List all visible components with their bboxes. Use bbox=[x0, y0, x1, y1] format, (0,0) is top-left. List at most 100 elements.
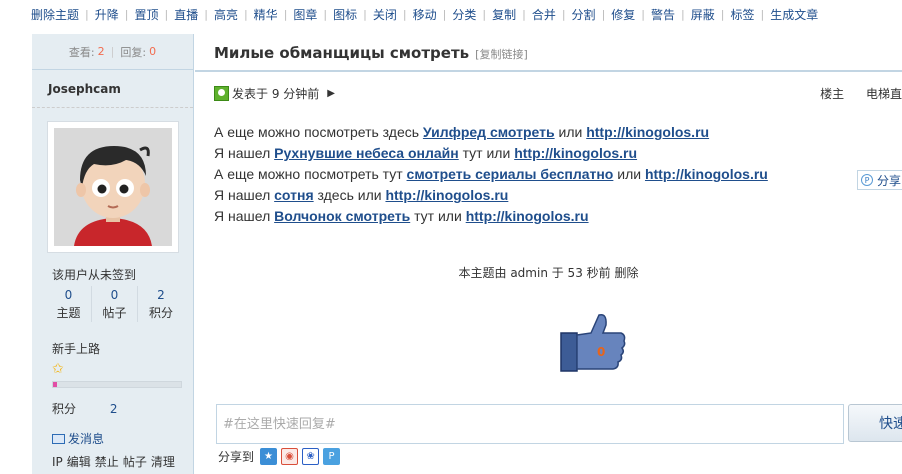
score-value[interactable]: 2 bbox=[110, 402, 118, 416]
toolbar-separator: | bbox=[601, 7, 606, 21]
mod-action-link[interactable]: 屏蔽 bbox=[691, 6, 715, 23]
post-link[interactable]: сотня bbox=[274, 187, 313, 203]
count-posts[interactable]: 0 帖子 bbox=[92, 286, 138, 322]
online-status-icon bbox=[214, 86, 229, 101]
admin-link[interactable]: 清理 bbox=[151, 455, 175, 469]
weibo-share-icon[interactable]: ◉ bbox=[281, 448, 299, 465]
mod-action-link[interactable]: 警告 bbox=[651, 6, 675, 23]
thread-stats: 查看: 2 | 回复: 0 bbox=[32, 34, 193, 70]
qzone-share-icon[interactable]: ★ bbox=[260, 448, 278, 465]
thread-title: Милые обманщицы смотреть bbox=[214, 44, 470, 62]
post-text: А еще можно посмотреть тут bbox=[214, 166, 407, 182]
mod-action-link[interactable]: 置顶 bbox=[134, 6, 158, 23]
post-line: Я нашел Рухнувшие небеса онлайн тут или … bbox=[214, 143, 768, 164]
quick-reply-box[interactable] bbox=[216, 404, 844, 444]
replies-label: 回复: bbox=[120, 45, 147, 59]
share-float-button[interactable]: P 分享 bbox=[857, 170, 902, 190]
post-text: тут или bbox=[458, 145, 515, 161]
count-credits-label: 积分 bbox=[148, 306, 173, 320]
toolbar-separator: | bbox=[363, 7, 367, 21]
avatar[interactable] bbox=[47, 121, 179, 253]
post-url-link[interactable]: http://kinogolos.ru bbox=[385, 187, 508, 203]
count-threads[interactable]: 0 主题 bbox=[46, 286, 92, 322]
send-message-label: 发消息 bbox=[68, 432, 105, 446]
post-link[interactable]: Волчонок смотреть bbox=[274, 208, 410, 224]
replies-count: 0 bbox=[149, 45, 157, 58]
post-text: тут или bbox=[410, 208, 466, 224]
mod-action-link[interactable]: 复制 bbox=[492, 6, 516, 23]
post-link[interactable]: смотреть сериалы бесплатно bbox=[407, 166, 614, 182]
username[interactable]: Josephcam bbox=[32, 70, 193, 108]
floor-owner-link[interactable]: 楼主 bbox=[820, 87, 844, 101]
envelope-icon bbox=[52, 433, 65, 444]
score-label: 积分 bbox=[52, 402, 77, 416]
toolbar-separator: | bbox=[243, 7, 248, 21]
thread-main: Милые обманщицы смотреть [复制链接] 发表于 9 分钟… bbox=[195, 34, 902, 474]
admin-link[interactable]: 编辑 bbox=[67, 455, 91, 469]
score-row: 积分 2 bbox=[52, 400, 117, 417]
mod-action-link[interactable]: 图章 bbox=[293, 6, 317, 23]
rank-progress-fill bbox=[53, 382, 57, 387]
divider bbox=[195, 70, 902, 72]
post-link[interactable]: Уилфред смотреть bbox=[423, 124, 555, 140]
mod-action-link[interactable]: 图标 bbox=[333, 6, 357, 23]
count-credits-value: 2 bbox=[157, 288, 165, 302]
quick-reply-input[interactable] bbox=[217, 405, 843, 443]
thread-header: Милые обманщицы смотреть [复制链接] bbox=[214, 44, 528, 62]
toolbar-separator: | bbox=[482, 7, 487, 21]
mod-action-link[interactable]: 合并 bbox=[532, 6, 556, 23]
post-url-link[interactable]: http://kinogolos.ru bbox=[645, 166, 768, 182]
mod-action-link[interactable]: 精华 bbox=[254, 6, 278, 23]
count-posts-label: 帖子 bbox=[102, 306, 127, 320]
user-counts: 0 主题 0 帖子 2 积分 bbox=[46, 286, 186, 322]
post-url-link[interactable]: http://kinogolos.ru bbox=[514, 145, 637, 161]
count-threads-value: 0 bbox=[64, 288, 73, 302]
mod-action-link[interactable]: 标签 bbox=[730, 6, 754, 23]
post-link[interactable]: Рухнувшие небеса онлайн bbox=[274, 145, 459, 161]
post-text: Я нашел bbox=[214, 208, 275, 224]
mod-action-link[interactable]: 生成文章 bbox=[770, 6, 818, 23]
send-message-link[interactable]: 发消息 bbox=[52, 430, 104, 447]
count-threads-label: 主题 bbox=[56, 306, 81, 320]
post-text: или bbox=[554, 124, 587, 140]
post-text: Я нашел bbox=[214, 187, 275, 203]
mod-action-link[interactable]: 分割 bbox=[572, 6, 596, 23]
mod-action-link[interactable]: 升降 bbox=[95, 6, 119, 23]
posted-time: 发表于 9 分钟前 bbox=[232, 87, 320, 101]
mod-action-link[interactable]: 修复 bbox=[611, 6, 635, 23]
mod-action-link[interactable]: 直播 bbox=[174, 6, 198, 23]
toolbar-separator: | bbox=[720, 7, 725, 21]
p-share-icon[interactable]: P bbox=[323, 448, 341, 465]
count-credits[interactable]: 2 积分 bbox=[138, 286, 184, 322]
baidu-share-icon[interactable]: ❀ bbox=[302, 448, 320, 465]
count-posts-value: 0 bbox=[110, 288, 119, 302]
user-panel: 查看: 2 | 回复: 0 Josephcam 该用户从未签到 0 主题 0 帖… bbox=[32, 34, 194, 474]
rank-progress-bar bbox=[52, 381, 182, 388]
floor-jump-link[interactable]: 电梯直 bbox=[866, 87, 902, 101]
triangle-right-icon[interactable]: ▶ bbox=[327, 88, 335, 99]
post-line: Я нашел Волчонок смотреть тут или http:/… bbox=[214, 206, 768, 227]
admin-link[interactable]: IP bbox=[52, 455, 63, 469]
quick-reply-button[interactable]: 快速 bbox=[848, 404, 902, 442]
mod-action-link[interactable]: 移动 bbox=[413, 6, 437, 23]
mod-action-link[interactable]: 高亮 bbox=[214, 6, 238, 23]
views-label: 查看: bbox=[68, 45, 95, 59]
share-to-label: 分享到 bbox=[218, 450, 255, 464]
mod-action-link[interactable]: 关闭 bbox=[373, 6, 397, 23]
floor-controls: 楼主 电梯直 bbox=[802, 85, 902, 102]
avatar-image bbox=[54, 128, 172, 246]
admin-link[interactable]: 帖子 bbox=[123, 455, 147, 469]
post-text: или bbox=[613, 166, 645, 182]
mod-action-link[interactable]: 分类 bbox=[452, 6, 476, 23]
toolbar-separator: | bbox=[442, 7, 447, 21]
user-rank[interactable]: 新手上路 bbox=[52, 340, 100, 357]
thumbs-up-icon[interactable] bbox=[559, 311, 627, 373]
admin-link[interactable]: 禁止 bbox=[95, 455, 119, 469]
copy-link-button[interactable]: [复制链接] bbox=[475, 46, 528, 62]
post-url-link[interactable]: http://kinogolos.ru bbox=[466, 208, 589, 224]
share-row: 分享到 ★ ◉ ❀ P bbox=[218, 448, 344, 465]
post-url-link[interactable]: http://kinogolos.ru bbox=[586, 124, 709, 140]
post-line: А еще можно посмотреть здесь Уилфред смо… bbox=[214, 122, 768, 143]
toolbar-separator: | bbox=[323, 7, 328, 21]
mod-action-link[interactable]: 删除主题 bbox=[31, 6, 79, 23]
